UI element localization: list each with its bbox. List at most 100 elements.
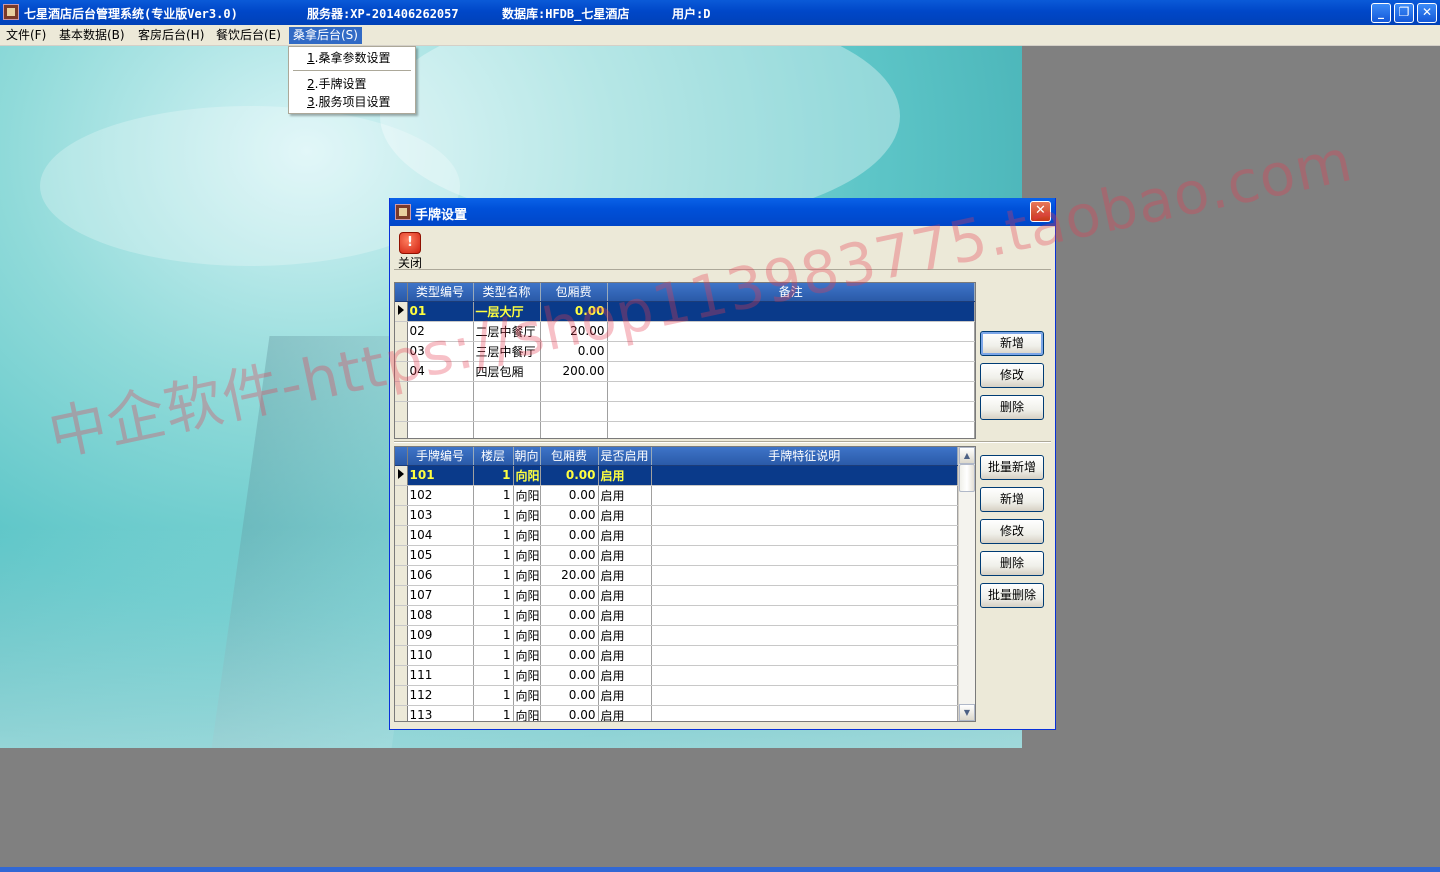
type-add-button[interactable]: 新增 [980,331,1044,356]
cell-enabled[interactable]: 启用 [598,585,652,606]
cell-floor[interactable]: 1 [473,645,514,666]
table-row[interactable]: 105 1 向阳 0.00 启用 [395,545,958,566]
tag-delete-button[interactable]: 删除 [980,551,1044,576]
cell-room-fee[interactable]: 20.00 [540,321,608,342]
cell-type-name[interactable]: 二层中餐厅 [473,321,541,342]
cell-room-fee[interactable]: 200.00 [540,361,608,382]
table-row[interactable]: 112 1 向阳 0.00 启用 [395,685,958,706]
cell-enabled[interactable]: 启用 [598,625,652,646]
col-tag-code[interactable]: 手牌编号 [407,447,474,466]
cell-room-fee[interactable]: 0.00 [540,341,608,362]
cell-tag-description[interactable] [651,565,958,586]
table-row[interactable]: 02 二层中餐厅 20.00 [395,321,975,342]
menu-item-service-settings[interactable]: 3.服务项目设置 [289,93,415,111]
cell-room-fee[interactable]: 0.00 [540,665,599,686]
menu-item-tag-settings[interactable]: 2.手牌设置 [289,75,415,93]
cell-tag-description[interactable] [651,525,958,546]
menu-room-backend[interactable]: 客房后台(H) [134,27,208,44]
cell-room-fee[interactable]: 0.00 [540,505,599,526]
cell-tag-description[interactable] [651,485,958,506]
cell-type-code[interactable]: 04 [407,361,474,382]
cell-tag-code[interactable]: 106 [407,565,474,586]
cell-enabled[interactable]: 启用 [598,665,652,686]
cell-enabled[interactable]: 启用 [598,545,652,566]
cell-room-fee[interactable]: 0.00 [540,625,599,646]
table-row[interactable]: 106 1 向阳 20.00 启用 [395,565,958,586]
table-row[interactable]: 04 四层包厢 200.00 [395,361,975,382]
cell-direction[interactable]: 向阳 [513,545,541,566]
table-row[interactable]: 109 1 向阳 0.00 启用 [395,625,958,646]
cell-room-fee[interactable]: 0.00 [540,465,599,486]
table-row[interactable]: 101 1 向阳 0.00 启用 [395,465,958,486]
cell-floor[interactable]: 1 [473,685,514,706]
col-room-fee[interactable]: 包厢费 [540,447,599,466]
table-row[interactable]: 01 一层大厅 0.00 [395,301,975,322]
cell-room-fee[interactable]: 0.00 [540,585,599,606]
cell-tag-description[interactable] [651,685,958,706]
cell-note[interactable] [607,301,975,322]
cell-direction[interactable]: 向阳 [513,525,541,546]
table-row[interactable]: 107 1 向阳 0.00 启用 [395,585,958,606]
batch-delete-button[interactable]: 批量删除 [980,583,1044,608]
cell-direction[interactable]: 向阳 [513,585,541,606]
cell-tag-code[interactable]: 104 [407,525,474,546]
cell-enabled[interactable]: 启用 [598,565,652,586]
cell-floor[interactable]: 1 [473,625,514,646]
type-delete-button[interactable]: 删除 [980,395,1044,420]
cell-room-fee[interactable]: 0.00 [540,485,599,506]
cell-direction[interactable]: 向阳 [513,565,541,586]
col-direction[interactable]: 朝向 [513,447,541,466]
cell-type-code[interactable]: 01 [407,301,474,322]
cell-direction[interactable]: 向阳 [513,645,541,666]
menu-basic-data[interactable]: 基本数据(B) [55,27,129,44]
cell-tag-code[interactable]: 107 [407,585,474,606]
table-row[interactable]: 108 1 向阳 0.00 启用 [395,605,958,626]
cell-enabled[interactable]: 启用 [598,605,652,626]
cell-direction[interactable]: 向阳 [513,485,541,506]
toolbar-close-button[interactable]: ! 关闭 [396,230,424,270]
cell-note[interactable] [607,341,975,362]
cell-type-code[interactable]: 03 [407,341,474,362]
cell-type-name[interactable]: 一层大厅 [473,301,541,322]
cell-direction[interactable]: 向阳 [513,605,541,626]
menu-dining-backend[interactable]: 餐饮后台(E) [212,27,285,44]
cell-tag-description[interactable] [651,545,958,566]
type-edit-button[interactable]: 修改 [980,363,1044,388]
cell-floor[interactable]: 1 [473,485,514,506]
cell-enabled[interactable]: 启用 [598,705,652,721]
cell-tag-code[interactable]: 102 [407,485,474,506]
table-row[interactable]: 110 1 向阳 0.00 启用 [395,645,958,666]
cell-type-name[interactable]: 三层中餐厅 [473,341,541,362]
cell-enabled[interactable]: 启用 [598,485,652,506]
table-row[interactable]: 111 1 向阳 0.00 启用 [395,665,958,686]
cell-room-fee[interactable]: 0.00 [540,301,608,322]
scroll-thumb[interactable] [959,464,975,492]
cell-note[interactable] [607,361,975,382]
cell-type-code[interactable]: 02 [407,321,474,342]
batch-add-button[interactable]: 批量新增 [980,455,1044,480]
cell-tag-description[interactable] [651,645,958,666]
tag-grid[interactable]: 手牌编号 楼层 朝向 包厢费 是否启用 手牌特征说明 101 1 向阳 0.00 启用 1… [394,446,976,722]
cell-direction[interactable]: 向阳 [513,465,541,486]
cell-tag-code[interactable]: 110 [407,645,474,666]
table-row[interactable]: 03 三层中餐厅 0.00 [395,341,975,362]
scroll-up-arrow-icon[interactable]: ▲ [959,447,975,464]
cell-floor[interactable]: 1 [473,525,514,546]
cell-direction[interactable]: 向阳 [513,625,541,646]
cell-tag-description[interactable] [651,705,958,721]
cell-tag-code[interactable]: 103 [407,505,474,526]
cell-floor[interactable]: 1 [473,605,514,626]
col-enabled[interactable]: 是否启用 [598,447,652,466]
table-row[interactable]: 103 1 向阳 0.00 启用 [395,505,958,526]
table-row[interactable]: 104 1 向阳 0.00 启用 [395,525,958,546]
cell-tag-code[interactable]: 112 [407,685,474,706]
cell-enabled[interactable]: 启用 [598,465,652,486]
cell-floor[interactable]: 1 [473,465,514,486]
cell-tag-description[interactable] [651,605,958,626]
menu-item-sauna-params[interactable]: 1.桑拿参数设置 [289,49,415,67]
cell-tag-code[interactable]: 109 [407,625,474,646]
cell-room-fee[interactable]: 0.00 [540,685,599,706]
cell-room-fee[interactable]: 0.00 [540,645,599,666]
cell-room-fee[interactable]: 0.00 [540,525,599,546]
dialog-close-button[interactable]: ✕ [1030,201,1051,222]
